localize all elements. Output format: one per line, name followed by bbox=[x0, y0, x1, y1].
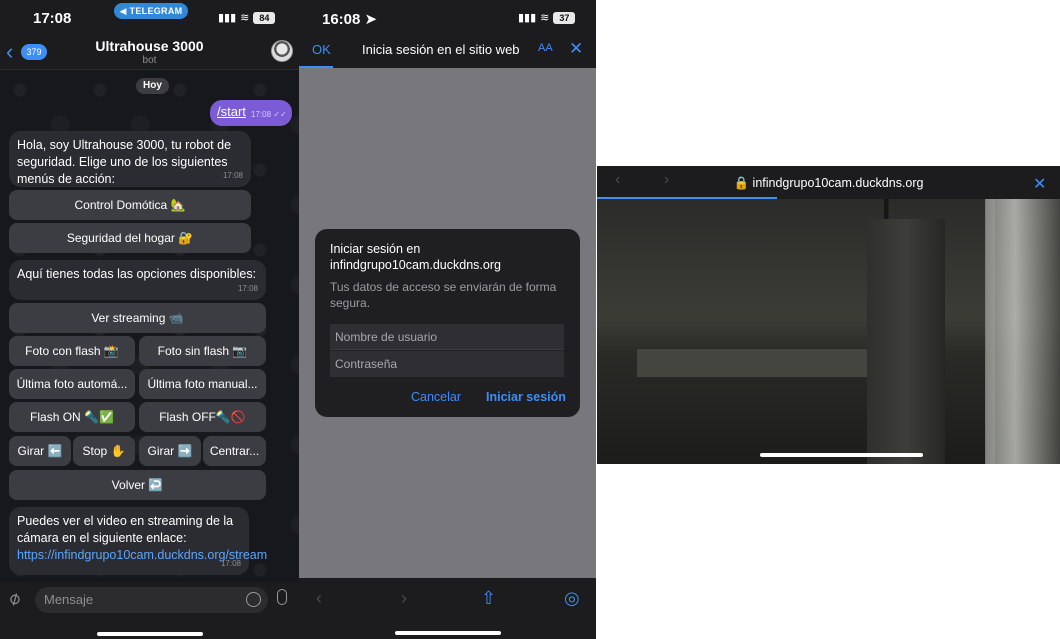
home-indicator bbox=[760, 453, 923, 457]
keyboard-button-foto-sin-flash[interactable]: Foto sin flash 📷 bbox=[139, 336, 266, 366]
keyboard-button-volver[interactable]: Volver ↩️ bbox=[9, 470, 266, 500]
keyboard-button-control-domotica[interactable]: Control Domótica 🏡 bbox=[9, 190, 251, 220]
bot-avatar[interactable] bbox=[271, 40, 293, 62]
close-icon[interactable]: ✕ bbox=[1033, 174, 1046, 194]
login-screen: 16:08 ➤ ▮▮▮ ≋ 37 OK Inicia sesión en el … bbox=[299, 0, 596, 639]
fridge bbox=[867, 219, 945, 464]
auth-dialog: Iniciar sesión en infindgrupo10cam.duckd… bbox=[315, 229, 580, 417]
keyboard-button-ultima-foto-automatica[interactable]: Última foto automá... bbox=[9, 369, 135, 399]
bot-message-welcome: Hola, soy Ultrahouse 3000, tu robot de s… bbox=[9, 131, 251, 187]
message-composer: ⌀ Mensaje bbox=[0, 582, 299, 639]
keyboard-button-girar-izquierda[interactable]: Girar ⬅️ bbox=[9, 436, 71, 466]
message-time: 17:08 bbox=[220, 559, 241, 568]
forward-chevron-icon[interactable]: › bbox=[401, 588, 407, 609]
ok-button[interactable]: OK bbox=[312, 42, 331, 57]
attach-paperclip-icon[interactable]: ⌀ bbox=[4, 587, 24, 611]
address-bar[interactable]: 🔒 infindgrupo10cam.duckdns.org bbox=[597, 176, 1060, 191]
keyboard-button-centrar[interactable]: Centrar... bbox=[203, 436, 266, 466]
sticker-icon[interactable] bbox=[246, 592, 261, 607]
share-icon[interactable]: ⇧ bbox=[481, 588, 496, 609]
home-indicator bbox=[395, 631, 501, 635]
stream-screen: ‹ › 🔒 infindgrupo10cam.duckdns.org ✕ bbox=[597, 166, 1060, 464]
text-size-button[interactable]: AA bbox=[538, 42, 553, 54]
outgoing-message: /start 17:08 ✓✓ bbox=[210, 100, 292, 126]
chat-header: ‹ 379 Ultrahouse 3000 bot bbox=[0, 36, 299, 70]
back-chevron-icon[interactable]: ‹ bbox=[316, 588, 322, 609]
message-input[interactable]: Mensaje bbox=[35, 587, 268, 613]
battery-icon: 84 bbox=[253, 11, 276, 24]
status-bar: 17:08 ◀ TELEGRAM ▮▮▮ ≋ 84 bbox=[0, 0, 299, 36]
kitchen-counter bbox=[637, 349, 867, 377]
keyboard-button-girar-derecha[interactable]: Girar ➡️ bbox=[139, 436, 201, 466]
home-indicator bbox=[97, 632, 203, 636]
status-time: 16:08 ➤ bbox=[322, 11, 378, 28]
microphone-icon[interactable] bbox=[277, 589, 287, 605]
url-text: infindgrupo10cam.duckdns.org bbox=[752, 176, 924, 190]
keyboard-button-flash-off[interactable]: Flash OFF🔦🚫 bbox=[139, 402, 266, 432]
back-to-telegram-pill[interactable]: ◀ TELEGRAM bbox=[114, 3, 188, 19]
dialog-title: Iniciar sesión en infindgrupo10cam.duckd… bbox=[330, 242, 501, 272]
lock-icon: 🔒 bbox=[733, 176, 753, 190]
close-icon[interactable]: ✕ bbox=[569, 39, 583, 59]
keyboard-button-ver-streaming[interactable]: Ver streaming 📹 bbox=[9, 303, 266, 333]
camera-stream-video bbox=[597, 199, 1060, 464]
compass-icon[interactable]: ◎ bbox=[564, 588, 580, 609]
username-field[interactable]: Nombre de usuario bbox=[330, 324, 564, 350]
keyboard-button-foto-con-flash[interactable]: Foto con flash 📸 bbox=[9, 336, 135, 366]
battery-icon: 37 bbox=[553, 11, 576, 24]
wifi-icon: ≋ bbox=[240, 12, 250, 24]
dialog-message: Tus datos de acceso se enviarán de forma… bbox=[330, 280, 557, 310]
signal-icon: ▮▮▮ bbox=[518, 12, 537, 24]
status-icons: ▮▮▮ ≋ 84 bbox=[218, 11, 276, 24]
message-text: Aquí tienes todas las opciones disponibl… bbox=[17, 267, 257, 281]
bot-message-stream-link: Puedes ver el video en streaming de la c… bbox=[9, 507, 267, 575]
browser-top-bar: 16:08 ➤ ▮▮▮ ≋ 37 OK Inicia sesión en el … bbox=[299, 0, 596, 68]
message-time: 17:08 bbox=[222, 171, 243, 180]
message-time: 17:08 bbox=[237, 284, 258, 293]
bot-message-options: Aquí tienes todas las opciones disponibl… bbox=[9, 260, 266, 300]
chat-subtitle: bot bbox=[142, 55, 157, 66]
message-time: 17:08 ✓✓ bbox=[251, 110, 287, 119]
telegram-screen: 17:08 ◀ TELEGRAM ▮▮▮ ≋ 84 ‹ 379 Ultrahou… bbox=[0, 0, 299, 639]
keyboard-button-seguridad-hogar[interactable]: Seguridad del hogar 🔐 bbox=[9, 223, 251, 253]
wifi-icon: ≋ bbox=[540, 12, 550, 24]
date-separator: Hoy bbox=[136, 78, 169, 94]
message-text: Hola, soy Ultrahouse 3000, tu robot de s… bbox=[17, 138, 232, 186]
start-command-link[interactable]: /start bbox=[217, 104, 246, 119]
keyboard-button-ultima-foto-manual[interactable]: Última foto manual... bbox=[139, 369, 266, 399]
password-field[interactable]: Contraseña bbox=[330, 351, 564, 377]
keyboard-button-stop[interactable]: Stop ✋ bbox=[73, 436, 135, 466]
chat-title[interactable]: Ultrahouse 3000 bbox=[0, 38, 299, 54]
status-icons: ▮▮▮ ≋ 37 bbox=[518, 11, 576, 24]
browser-top-bar: ‹ › 🔒 infindgrupo10cam.duckdns.org ✕ bbox=[597, 166, 1060, 199]
message-text: Puedes ver el video en streaming de la c… bbox=[17, 514, 234, 545]
keyboard-button-flash-on[interactable]: Flash ON 🔦✅ bbox=[9, 402, 135, 432]
browser-toolbar: ‹ › ⇧ ◎ bbox=[299, 578, 596, 639]
status-time: 17:08 bbox=[33, 10, 72, 27]
cancel-button[interactable]: Cancelar bbox=[411, 390, 461, 404]
browser-title: Inicia sesión en el sitio web bbox=[362, 42, 520, 57]
window-frame bbox=[985, 199, 1060, 464]
signal-icon: ▮▮▮ bbox=[218, 12, 237, 24]
sign-in-button[interactable]: Iniciar sesión bbox=[486, 390, 566, 404]
